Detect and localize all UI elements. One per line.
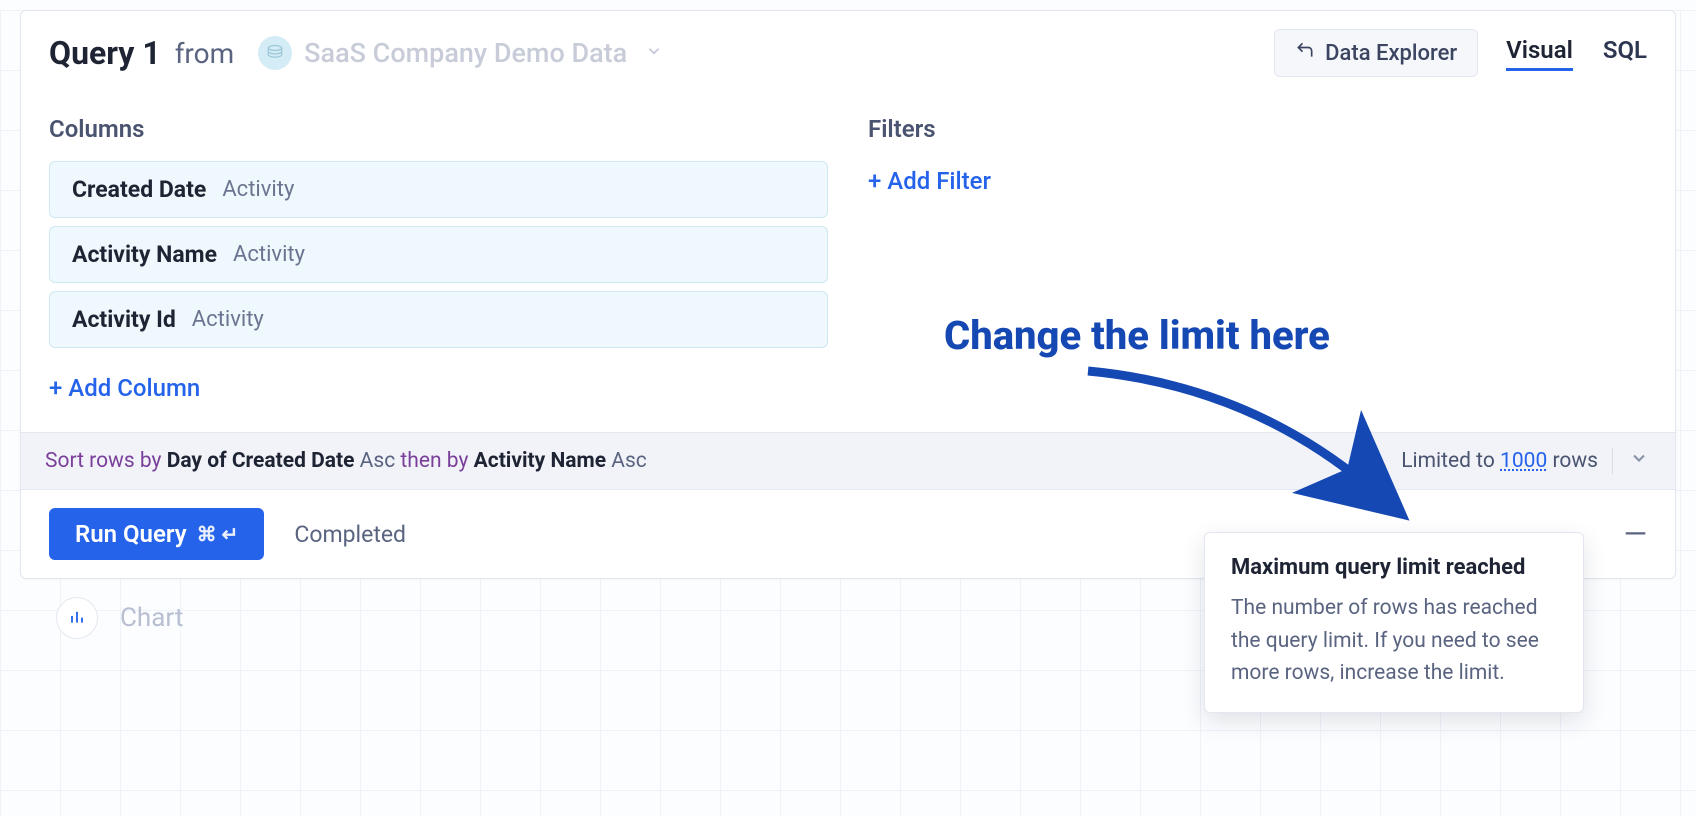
from-label: from (175, 37, 234, 70)
datasource-select[interactable]: SaaS Company Demo Data (248, 32, 673, 74)
query-title[interactable]: Query 1 (49, 34, 161, 72)
limit-tooltip: Maximum query limit reached The number o… (1204, 532, 1584, 713)
chevron-down-icon (645, 42, 663, 64)
data-explorer-label: Data Explorer (1325, 41, 1457, 66)
column-table: Activity (222, 177, 294, 202)
query-body: Columns Created Date Activity Activity N… (21, 95, 1675, 432)
annotation-text: Change the limit here (944, 312, 1330, 359)
tab-visual[interactable]: Visual (1506, 36, 1573, 71)
tooltip-body: The number of rows has reached the query… (1231, 592, 1557, 690)
keyboard-shortcut: ⌘ ↵ (197, 522, 239, 546)
query-header: Query 1 from SaaS Company Demo Data Data… (21, 11, 1675, 95)
column-name: Created Date (72, 176, 206, 203)
separator (1612, 448, 1613, 474)
datasource-name: SaaS Company Demo Data (304, 37, 627, 69)
column-table: Activity (192, 307, 264, 332)
column-pill[interactable]: Activity Name Activity (49, 226, 828, 283)
chart-label[interactable]: Chart (120, 603, 183, 633)
limit-summary: Limited to 1000 rows (1401, 449, 1598, 473)
column-pill[interactable]: Created Date Activity (49, 161, 828, 218)
minimize-icon[interactable]: — (1624, 517, 1647, 552)
filters-title: Filters (868, 115, 1647, 143)
warning-icon (1365, 447, 1387, 475)
columns-section: Columns Created Date Activity Activity N… (49, 115, 828, 402)
query-panel: Query 1 from SaaS Company Demo Data Data… (20, 10, 1676, 579)
postgres-icon (258, 36, 292, 70)
column-name: Activity Id (72, 306, 176, 333)
run-query-label: Run Query (75, 520, 187, 548)
undo-icon (1295, 40, 1315, 66)
mode-tabs: Visual SQL (1506, 36, 1647, 71)
sort-limit-bar: Sort rows by Day of Created Date Asc the… (21, 432, 1675, 490)
query-status: Completed (294, 521, 406, 548)
sort-summary[interactable]: Sort rows by Day of Created Date Asc the… (45, 449, 647, 473)
add-column-button[interactable]: + Add Column (49, 374, 200, 402)
chevron-down-icon[interactable] (1627, 448, 1651, 474)
data-explorer-button[interactable]: Data Explorer (1274, 29, 1478, 77)
columns-title: Columns (49, 115, 828, 143)
tooltip-title: Maximum query limit reached (1231, 555, 1557, 580)
tab-sql[interactable]: SQL (1603, 36, 1647, 71)
bar-chart-icon (67, 606, 87, 630)
column-table: Activity (233, 242, 305, 267)
add-filter-button[interactable]: + Add Filter (868, 167, 991, 195)
column-name: Activity Name (72, 241, 217, 268)
limit-value[interactable]: 1000 (1500, 449, 1547, 473)
run-query-button[interactable]: Run Query ⌘ ↵ (49, 508, 264, 560)
chart-chip[interactable] (56, 597, 98, 639)
column-pill[interactable]: Activity Id Activity (49, 291, 828, 348)
